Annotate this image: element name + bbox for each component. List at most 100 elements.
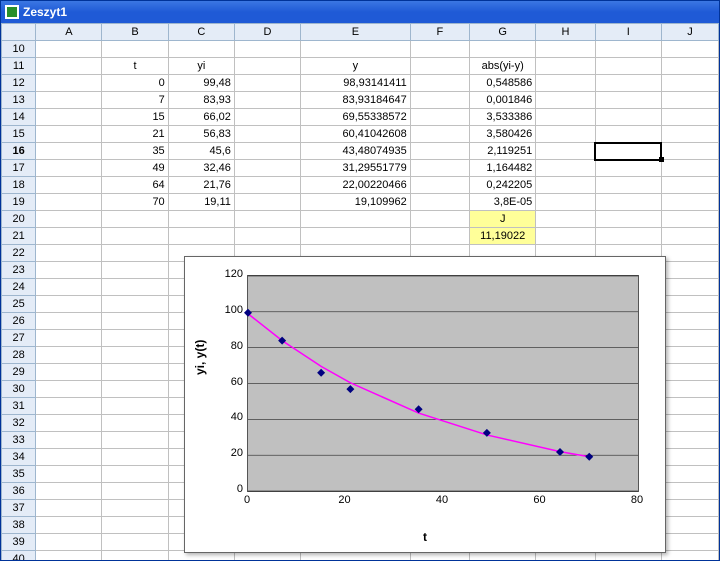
col-header-I[interactable]: I <box>595 24 661 41</box>
cell-J39[interactable] <box>661 534 718 551</box>
cell-J28[interactable] <box>661 347 718 364</box>
cell-A27[interactable] <box>36 330 102 347</box>
row-header-31[interactable]: 31 <box>2 398 36 415</box>
cell-H15[interactable] <box>536 126 595 143</box>
row-header-26[interactable]: 26 <box>2 313 36 330</box>
cell-H10[interactable] <box>536 41 595 58</box>
cell-A19[interactable] <box>36 194 102 211</box>
cell-B13[interactable]: 7 <box>102 92 168 109</box>
cell-J12[interactable] <box>661 75 718 92</box>
cell-J20[interactable] <box>661 211 718 228</box>
cell-A14[interactable] <box>36 109 102 126</box>
cell-C10[interactable] <box>168 41 234 58</box>
cell-F19[interactable] <box>410 194 469 211</box>
cell-B28[interactable] <box>102 347 168 364</box>
cell-A22[interactable] <box>36 245 102 262</box>
cell-H11[interactable] <box>536 58 595 75</box>
cell-C14[interactable]: 66,02 <box>168 109 234 126</box>
cell-D15[interactable] <box>234 126 300 143</box>
chart-object[interactable]: yi, y(t) t 020406080100120020406080 <box>184 256 666 553</box>
cell-J16[interactable] <box>661 143 718 160</box>
cell-B25[interactable] <box>102 296 168 313</box>
cell-G13[interactable]: 0,001846 <box>470 92 536 109</box>
row-header-16[interactable]: 16 <box>2 143 36 160</box>
cell-J30[interactable] <box>661 381 718 398</box>
cell-E11[interactable]: y <box>301 58 411 75</box>
row-header-24[interactable]: 24 <box>2 279 36 296</box>
col-header-G[interactable]: G <box>470 24 536 41</box>
cell-I18[interactable] <box>595 177 661 194</box>
cell-H14[interactable] <box>536 109 595 126</box>
cell-J26[interactable] <box>661 313 718 330</box>
row-header-36[interactable]: 36 <box>2 483 36 500</box>
cell-E21[interactable] <box>301 228 411 245</box>
cell-H18[interactable] <box>536 177 595 194</box>
row-header-12[interactable]: 12 <box>2 75 36 92</box>
cell-B12[interactable]: 0 <box>102 75 168 92</box>
row-header-19[interactable]: 19 <box>2 194 36 211</box>
cell-G12[interactable]: 0,548586 <box>470 75 536 92</box>
row-header-38[interactable]: 38 <box>2 517 36 534</box>
cell-C18[interactable]: 21,76 <box>168 177 234 194</box>
cell-I14[interactable] <box>595 109 661 126</box>
row-header-21[interactable]: 21 <box>2 228 36 245</box>
cell-F13[interactable] <box>410 92 469 109</box>
col-header-C[interactable]: C <box>168 24 234 41</box>
cell-B11[interactable]: t <box>102 58 168 75</box>
cell-A39[interactable] <box>36 534 102 551</box>
cell-F17[interactable] <box>410 160 469 177</box>
cell-J19[interactable] <box>661 194 718 211</box>
cell-H21[interactable] <box>536 228 595 245</box>
cell-B22[interactable] <box>102 245 168 262</box>
cell-A33[interactable] <box>36 432 102 449</box>
cell-B36[interactable] <box>102 483 168 500</box>
cell-J29[interactable] <box>661 364 718 381</box>
col-header-D[interactable]: D <box>234 24 300 41</box>
cell-A37[interactable] <box>36 500 102 517</box>
cell-D16[interactable] <box>234 143 300 160</box>
cell-J27[interactable] <box>661 330 718 347</box>
cell-B40[interactable] <box>102 551 168 561</box>
cell-J10[interactable] <box>661 41 718 58</box>
cell-D20[interactable] <box>234 211 300 228</box>
cell-F12[interactable] <box>410 75 469 92</box>
cell-G18[interactable]: 0,242205 <box>470 177 536 194</box>
cell-E18[interactable]: 22,00220466 <box>301 177 411 194</box>
cell-J33[interactable] <box>661 432 718 449</box>
row-header-22[interactable]: 22 <box>2 245 36 262</box>
cell-E15[interactable]: 60,41042608 <box>301 126 411 143</box>
cell-J22[interactable] <box>661 245 718 262</box>
cell-H13[interactable] <box>536 92 595 109</box>
cell-B27[interactable] <box>102 330 168 347</box>
cell-D21[interactable] <box>234 228 300 245</box>
cell-B24[interactable] <box>102 279 168 296</box>
cell-J24[interactable] <box>661 279 718 296</box>
cell-B38[interactable] <box>102 517 168 534</box>
col-header-B[interactable]: B <box>102 24 168 41</box>
cell-B29[interactable] <box>102 364 168 381</box>
cell-E13[interactable]: 83,93184647 <box>301 92 411 109</box>
cell-A17[interactable] <box>36 160 102 177</box>
cell-D14[interactable] <box>234 109 300 126</box>
row-header-17[interactable]: 17 <box>2 160 36 177</box>
cell-J17[interactable] <box>661 160 718 177</box>
cell-J31[interactable] <box>661 398 718 415</box>
row-header-11[interactable]: 11 <box>2 58 36 75</box>
cell-J13[interactable] <box>661 92 718 109</box>
cell-I16[interactable] <box>595 143 661 160</box>
cell-F20[interactable] <box>410 211 469 228</box>
cell-J23[interactable] <box>661 262 718 279</box>
cell-D19[interactable] <box>234 194 300 211</box>
cell-B23[interactable] <box>102 262 168 279</box>
cell-B21[interactable] <box>102 228 168 245</box>
cell-A26[interactable] <box>36 313 102 330</box>
cell-D10[interactable] <box>234 41 300 58</box>
cell-F16[interactable] <box>410 143 469 160</box>
cell-A15[interactable] <box>36 126 102 143</box>
cell-B16[interactable]: 35 <box>102 143 168 160</box>
cell-G15[interactable]: 3,580426 <box>470 126 536 143</box>
cell-I11[interactable] <box>595 58 661 75</box>
cell-D18[interactable] <box>234 177 300 194</box>
cell-A16[interactable] <box>36 143 102 160</box>
cell-A12[interactable] <box>36 75 102 92</box>
